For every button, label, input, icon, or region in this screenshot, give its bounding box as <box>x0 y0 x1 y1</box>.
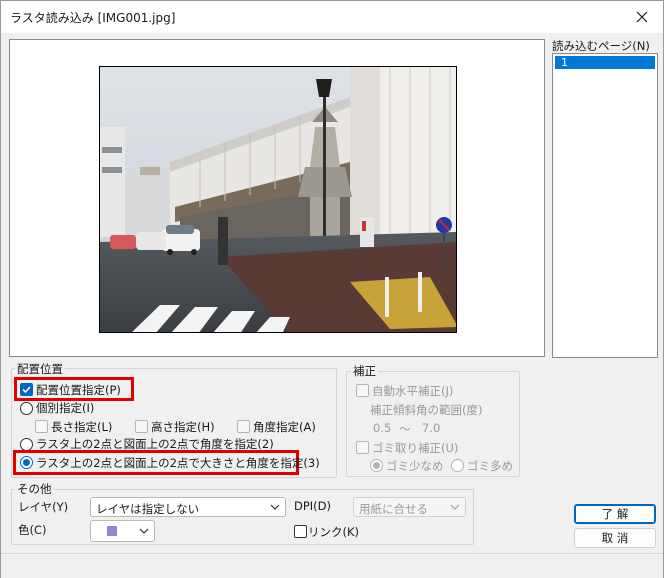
color-select[interactable] <box>90 520 155 542</box>
length-checkbox[interactable] <box>35 420 48 433</box>
raster-preview <box>9 39 545 357</box>
ok-button[interactable]: 了 解 <box>574 504 656 524</box>
ok-button-label: 了 解 <box>601 507 629 521</box>
checkmark-icon <box>22 386 31 394</box>
chevron-down-icon <box>270 504 280 510</box>
window-title: ラスタ読み込み [IMG001.jpg] <box>10 11 176 25</box>
tilt-max-value: 7.0 <box>422 421 441 435</box>
preview-image <box>99 66 457 333</box>
link-checkbox[interactable] <box>294 525 307 538</box>
layer-select[interactable]: レイヤは指定しない <box>90 497 286 517</box>
cancel-button[interactable]: 取 消 <box>574 528 656 548</box>
pages-listbox[interactable]: 1 <box>552 53 658 358</box>
two-point-size-angle-label: ラスタ上の2点と図面上の2点で大きさと角度を指定(3) <box>36 456 320 470</box>
color-label: 色(C) <box>18 523 47 537</box>
dust-few-radio[interactable] <box>370 459 383 472</box>
dust-many-radio[interactable] <box>451 459 464 472</box>
close-button[interactable] <box>627 5 657 29</box>
dpi-select[interactable]: 用紙に合せる <box>353 497 466 517</box>
placement-group-label: 配置位置 <box>15 361 65 377</box>
auto-level-checkbox[interactable] <box>356 384 369 397</box>
angle-label: 角度指定(A) <box>253 420 316 434</box>
placement-specify-checkbox[interactable] <box>20 383 33 396</box>
two-point-size-angle-radio[interactable] <box>20 456 33 469</box>
chevron-down-icon <box>139 528 149 534</box>
layer-select-value: レイヤは指定しない <box>96 502 200 516</box>
color-swatch <box>107 526 117 536</box>
dialog-window: ラスタ読み込み [IMG001.jpg] 読み込むページ(N) 1 配置位置 配… <box>0 0 664 578</box>
dpi-label: DPI(D) <box>294 499 332 513</box>
dust-many-label: ゴミ多め <box>467 459 513 473</box>
other-group-label: その他 <box>15 481 54 497</box>
link-label: リンク(K) <box>308 525 360 539</box>
dpi-select-value: 用紙に合せる <box>359 502 428 516</box>
dust-removal-label: ゴミ取り補正(U) <box>372 441 459 455</box>
layer-label: レイヤ(Y) <box>18 500 69 514</box>
length-label: 長さ指定(L) <box>51 420 113 434</box>
status-bar <box>1 553 663 578</box>
tilt-min-value: 0.5 <box>373 421 392 435</box>
dust-removal-checkbox[interactable] <box>356 441 369 454</box>
title-bar: ラスタ読み込み [IMG001.jpg] <box>1 1 663 33</box>
height-label: 高さ指定(H) <box>151 420 215 434</box>
height-checkbox[interactable] <box>135 420 148 433</box>
individual-radio[interactable] <box>20 402 33 415</box>
pages-label: 読み込むページ(N) <box>552 39 650 53</box>
page-list-item[interactable]: 1 <box>555 56 655 69</box>
individual-label: 個別指定(I) <box>36 401 95 415</box>
close-icon <box>636 11 648 23</box>
angle-checkbox[interactable] <box>237 420 250 433</box>
chevron-down-icon <box>450 504 460 510</box>
placement-specify-label: 配置位置指定(P) <box>36 383 121 397</box>
correction-group-label: 補正 <box>351 363 378 379</box>
cancel-button-label: 取 消 <box>601 531 629 545</box>
station-photo-graphic <box>100 67 456 332</box>
auto-level-label: 自動水平補正(J) <box>372 384 454 398</box>
dust-few-label: ゴミ少なめ <box>386 459 444 473</box>
tilt-separator: 〜 <box>399 422 411 436</box>
tilt-range-label: 補正傾斜角の範囲(度) <box>370 403 483 417</box>
